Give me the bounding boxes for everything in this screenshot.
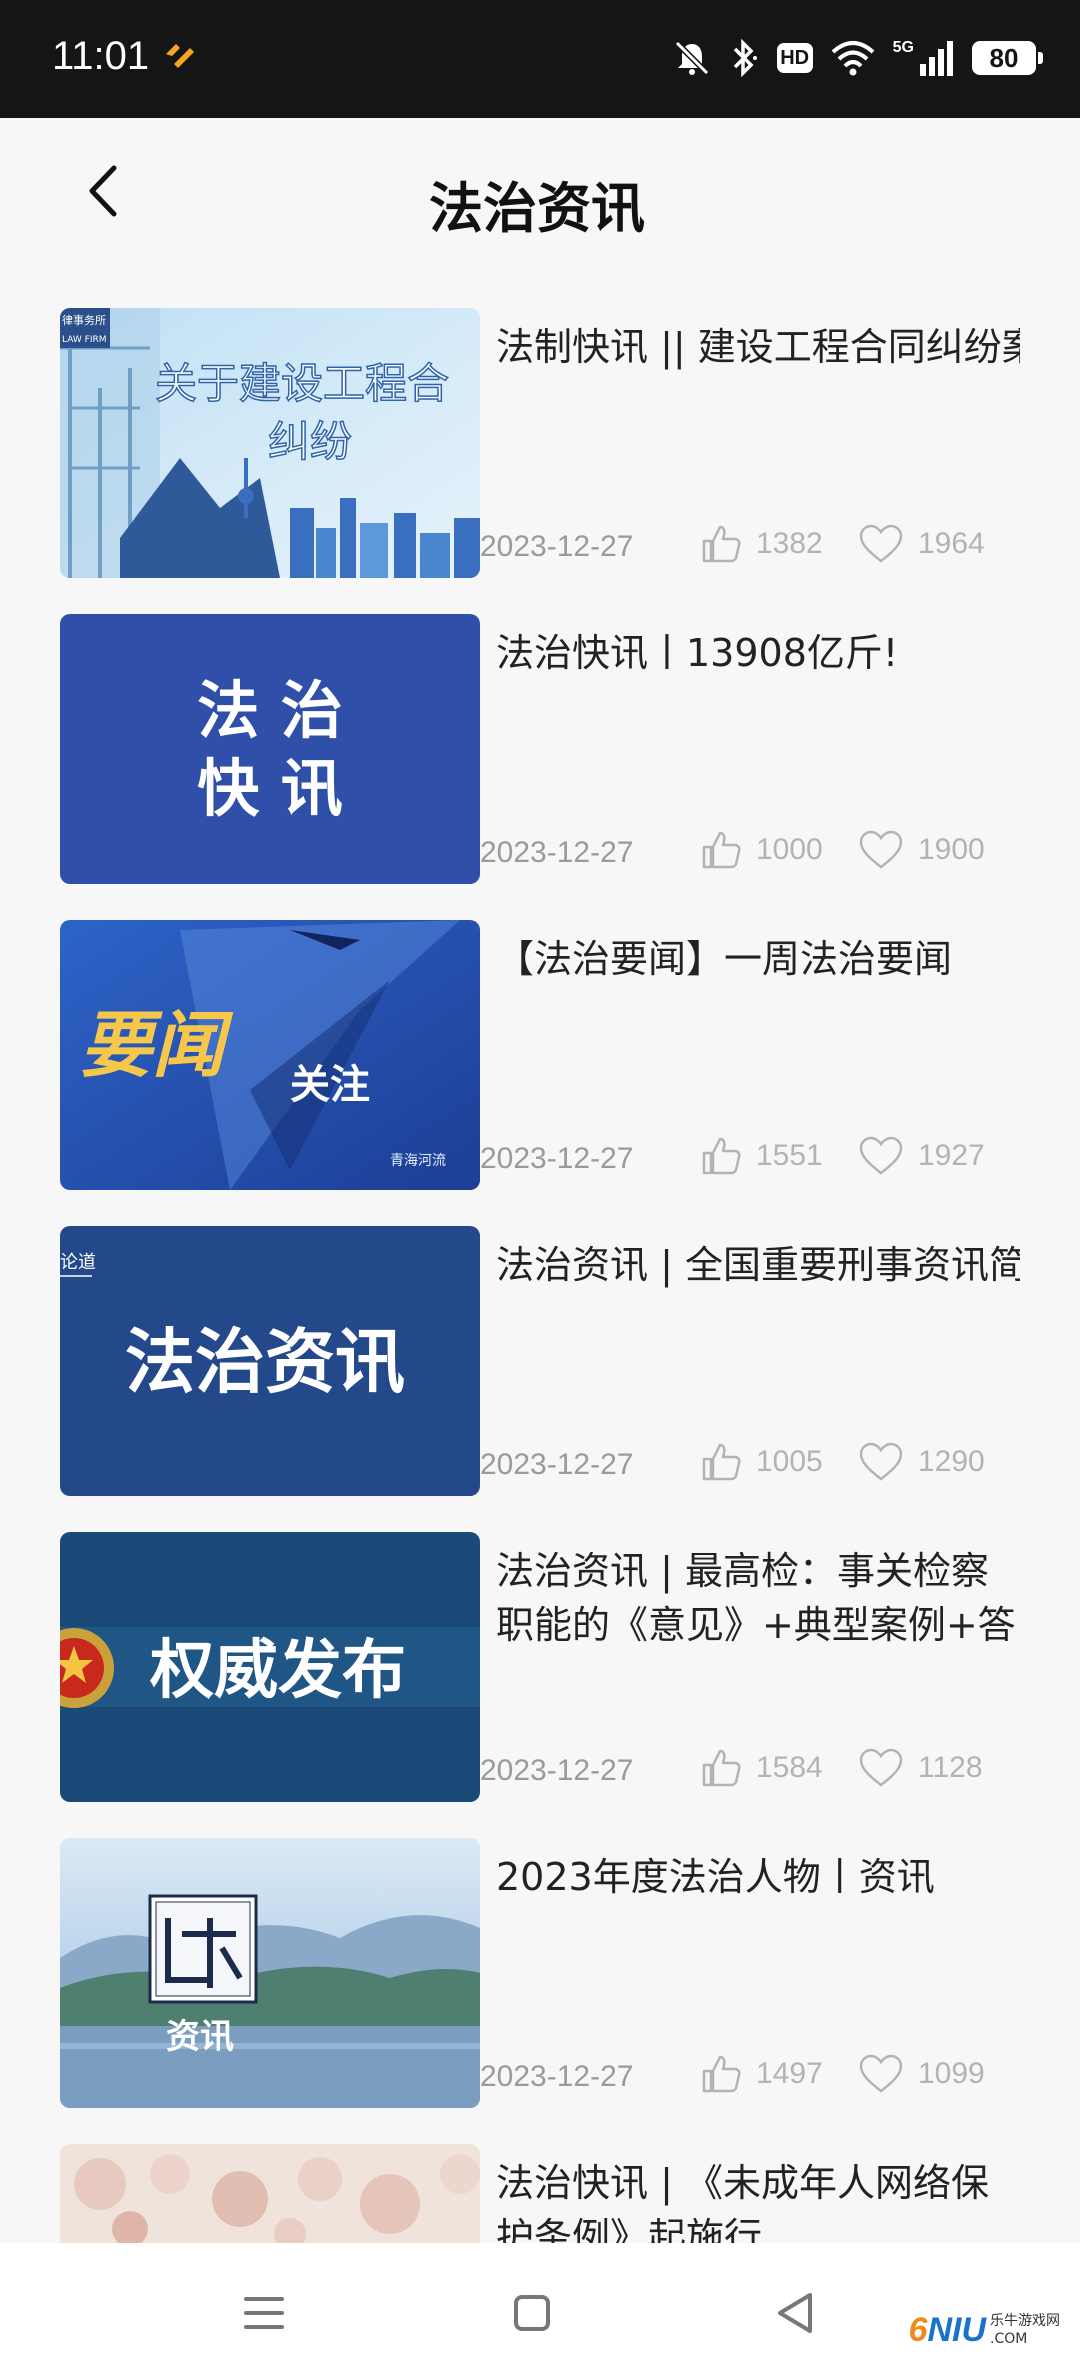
status-time: 11:01 xyxy=(52,34,150,78)
thumb-small-text: 律事务所 xyxy=(62,314,106,327)
favorite-button[interactable]: 1128 xyxy=(858,1744,983,1792)
like-button[interactable]: 1584 xyxy=(700,1744,823,1792)
favorite-button[interactable]: 1900 xyxy=(858,826,985,874)
article-item[interactable]: 律事务所 LAW FIRM 关于建设工程合 纠纷 法制快讯 || 建设工程合同纠… xyxy=(0,308,1080,578)
favorite-button[interactable]: 1099 xyxy=(858,2050,985,2098)
thumb-headline: 快 讯 xyxy=(197,752,343,825)
thumbs-up-icon xyxy=(702,1749,741,1787)
thumbs-up-icon xyxy=(702,2055,741,2093)
like-count: 1497 xyxy=(756,2057,823,2090)
thumb-headline: 关注 xyxy=(290,1062,370,1108)
favorite-button[interactable]: 1927 xyxy=(858,1132,985,1180)
thumb-headline: 关于建设工程合 xyxy=(155,359,449,408)
article-date: 2023-12-27 xyxy=(480,2060,634,2093)
article-title: 法制快讯 || 建设工程合同纠纷案 xyxy=(496,325,1020,369)
watermark-logo: 6NIU xyxy=(908,2310,986,2349)
article-date: 2023-12-27 xyxy=(480,1448,634,1481)
like-button[interactable]: 1000 xyxy=(700,826,823,874)
article-title: 法治资讯 | 最高检：事关检察职能的《意见》+典型案例+答记者问 xyxy=(496,1549,1016,1647)
thumbs-up-icon xyxy=(702,831,741,869)
battery-indicator: 80 xyxy=(972,41,1043,75)
article-title: 2023年度法治人物丨资讯 xyxy=(496,1855,935,1899)
favorite-button[interactable]: 1290 xyxy=(858,1438,985,1486)
thumb-headline: 法治资讯 xyxy=(125,1321,405,1403)
signal-icon xyxy=(920,41,953,76)
article-date: 2023-12-27 xyxy=(480,836,634,869)
wifi-icon xyxy=(831,41,874,76)
thumb-headline: 纠纷 xyxy=(268,417,352,466)
mute-bell-icon xyxy=(674,40,709,76)
article-thumbnail xyxy=(60,2144,480,2243)
hd-badge: HD xyxy=(776,43,813,73)
favorite-count: 1290 xyxy=(918,1445,985,1478)
like-count: 1551 xyxy=(756,1139,823,1172)
article-thumbnail: 法 治 快 讯 xyxy=(60,614,480,884)
like-button[interactable]: 1551 xyxy=(700,1132,823,1180)
top-header: 法治资讯 xyxy=(0,118,1080,268)
article-title: 法治快讯 | 《未成年人网络保护条例》起施行 xyxy=(496,2161,989,2243)
article-title: 法治快讯丨13908亿斤! xyxy=(496,631,899,675)
heart-icon xyxy=(859,830,903,869)
back-triangle-icon[interactable] xyxy=(766,2283,826,2343)
article-date: 2023-12-27 xyxy=(480,1754,634,1787)
thumb-small-text: 青海河流 xyxy=(390,1153,446,1169)
like-count: 1382 xyxy=(756,527,823,560)
like-button[interactable]: 1382 xyxy=(700,520,823,568)
thumbs-up-icon xyxy=(702,1137,741,1175)
page-title: 法治资讯 xyxy=(429,177,645,240)
article-thumbnail: 律事务所 LAW FIRM 关于建设工程合 纠纷 xyxy=(60,308,480,578)
article-list: 律事务所 LAW FIRM 关于建设工程合 纠纷 法制快讯 || 建设工程合同纠… xyxy=(0,308,1080,2243)
thumb-headline: 资讯 xyxy=(166,2017,234,2057)
thumb-headline: 权威发布 xyxy=(149,1633,406,1708)
thumb-headline: 要闻 xyxy=(80,1003,234,1087)
article-thumbnail: 权威发布 xyxy=(60,1532,480,1802)
thumbs-up-icon xyxy=(702,1443,741,1481)
status-icons: HD 5G 80 xyxy=(673,30,1043,86)
favorite-button[interactable]: 1964 xyxy=(858,520,985,568)
article-thumbnail: 论道 法治资讯 xyxy=(60,1226,480,1496)
like-button[interactable]: 1497 xyxy=(700,2050,823,2098)
article-item[interactable]: 法治快讯 | 《未成年人网络保护条例》起施行 xyxy=(0,2144,1080,2243)
thumbs-up-icon xyxy=(702,525,741,563)
like-count: 1005 xyxy=(756,1445,823,1478)
article-thumbnail: 要闻 关注 青海河流 xyxy=(60,920,480,1190)
article-thumbnail: 资讯 xyxy=(60,1838,480,2108)
like-button[interactable]: 1005 xyxy=(700,1438,823,1486)
article-item[interactable]: 资讯 2023年度法治人物丨资讯 2023-12-27 1497 1099 xyxy=(0,1838,1080,2108)
heart-icon xyxy=(859,1748,903,1787)
status-bar: 11:01 HD 5G 80 xyxy=(0,0,1080,118)
article-title: 【法治要闻】一周法治要闻 xyxy=(496,937,953,981)
watermark-text: 乐牛游戏网 .COM xyxy=(990,2313,1060,2347)
favorite-count: 1099 xyxy=(918,2057,985,2090)
article-title: 法治资讯 | 全国重要刑事资讯简报 xyxy=(496,1243,1020,1287)
favorite-count: 1900 xyxy=(918,833,985,866)
bluetooth-icon xyxy=(733,38,757,78)
article-date: 2023-12-27 xyxy=(480,530,634,563)
heart-icon xyxy=(859,2054,903,2093)
heart-icon xyxy=(859,1136,903,1175)
heart-icon xyxy=(859,1442,903,1481)
thumb-small-text: 论道 xyxy=(60,1252,96,1273)
article-date: 2023-12-27 xyxy=(480,1142,634,1175)
article-item[interactable]: 要闻 关注 青海河流 【法治要闻】一周法治要闻 2023-12-27 1551 … xyxy=(0,920,1080,1190)
favorite-count: 1128 xyxy=(918,1751,983,1784)
menu-icon[interactable] xyxy=(234,2283,294,2343)
network-type: 5G xyxy=(892,39,914,56)
app-notification-icon xyxy=(166,44,194,68)
article-item[interactable]: 论道 法治资讯 法治资讯 | 全国重要刑事资讯简报 2023-12-27 100… xyxy=(0,1226,1080,1496)
favorite-count: 1927 xyxy=(918,1139,985,1172)
site-watermark: 6NIU 乐牛游戏网 .COM xyxy=(909,2300,1060,2360)
thumb-headline: 法 治 xyxy=(197,674,343,747)
favorite-count: 1964 xyxy=(918,527,985,560)
heart-icon xyxy=(859,524,903,563)
article-item[interactable]: 法 治 快 讯 法治快讯丨13908亿斤! 2023-12-27 1000 19… xyxy=(0,614,1080,884)
like-count: 1000 xyxy=(756,833,823,866)
thumb-small-text: LAW FIRM xyxy=(62,335,107,345)
like-count: 1584 xyxy=(756,1751,823,1784)
home-icon[interactable] xyxy=(502,2283,562,2343)
article-item[interactable]: 权威发布 法治资讯 | 最高检：事关检察职能的《意见》+典型案例+答记者问 20… xyxy=(0,1532,1080,1802)
